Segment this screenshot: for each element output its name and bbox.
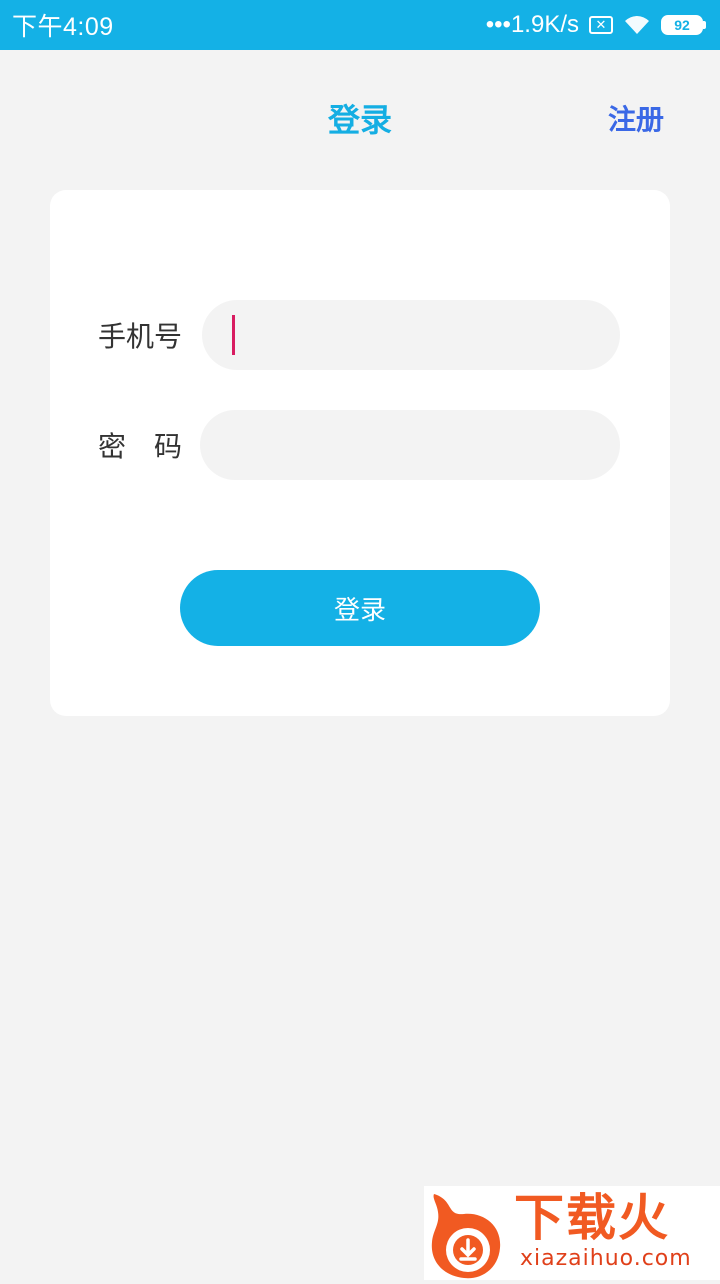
flame-logo-icon	[424, 1186, 510, 1280]
battery-tip	[703, 21, 706, 29]
battery-icon: 92	[661, 15, 706, 35]
sim-off-icon: ✕	[589, 16, 613, 34]
text-caret	[232, 315, 235, 355]
status-bar: 下午4:09 •••1.9K/s ✕ 92	[0, 0, 720, 50]
password-input[interactable]	[200, 410, 620, 480]
phone-input[interactable]	[202, 300, 620, 370]
battery-level: 92	[661, 15, 703, 35]
watermark-brand: 下载火	[514, 1189, 670, 1247]
status-indicators: •••1.9K/s ✕ 92	[486, 11, 706, 39]
phone-label: 手机号	[98, 320, 183, 353]
watermark: 下载火 xiazaihuo.com	[424, 1186, 720, 1280]
phone-row: 手机号	[98, 300, 620, 370]
watermark-url: xiazaihuo.com	[520, 1246, 692, 1271]
login-button[interactable]: 登录	[180, 570, 540, 646]
register-link[interactable]: 注册	[608, 98, 664, 142]
status-time: 下午4:09	[12, 13, 114, 41]
login-card: 手机号 密 码 登录	[50, 190, 670, 716]
password-row: 密 码	[98, 410, 620, 480]
wifi-icon	[623, 14, 651, 36]
password-label: 密 码	[98, 430, 183, 463]
network-speed: •••1.9K/s	[485, 11, 579, 38]
